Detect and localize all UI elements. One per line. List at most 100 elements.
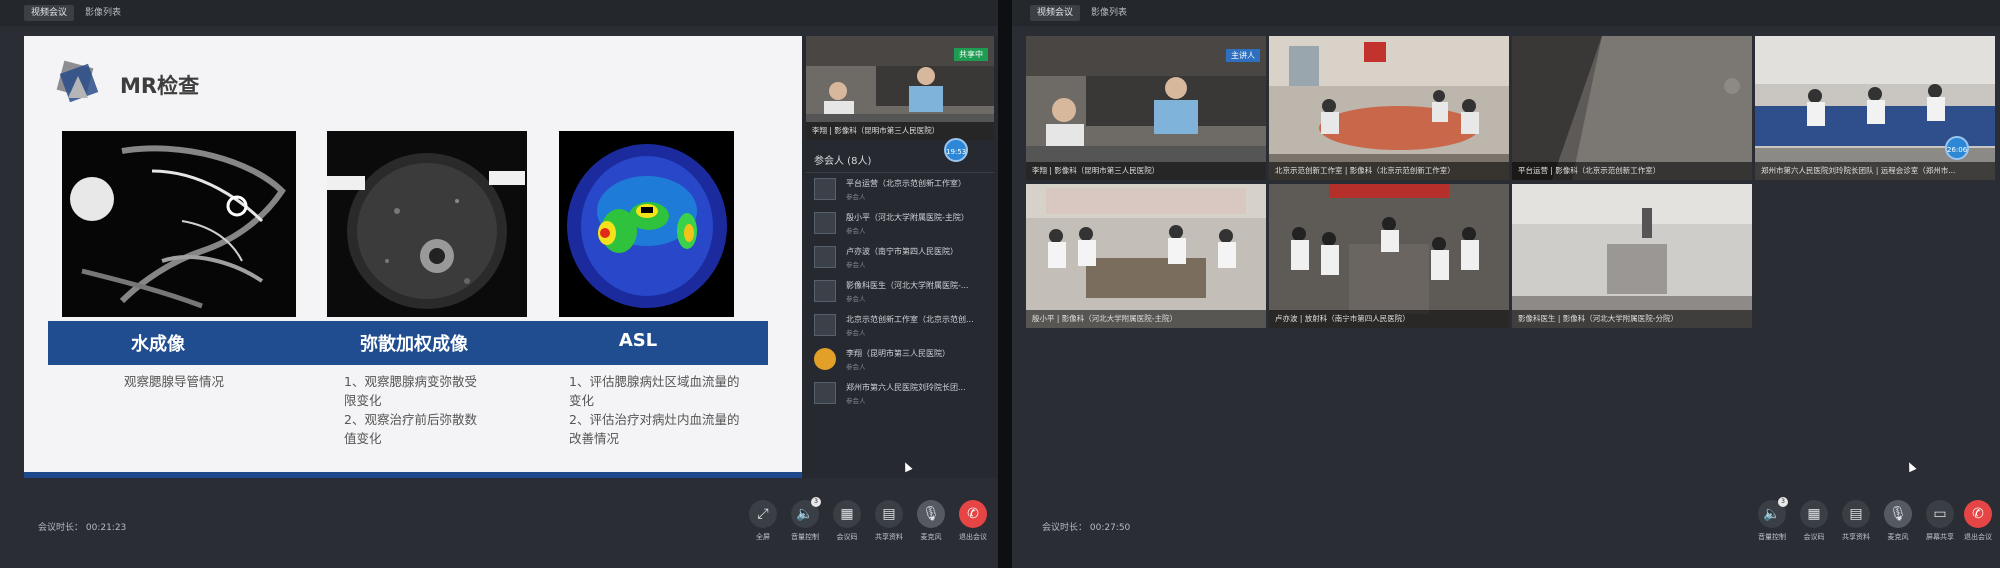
tile-caption: 平台运营 | 影像科（北京示范创新工作室） <box>1512 162 1752 180</box>
video-tile[interactable]: 26:06 郑州市第六人民医院刘玲院长团队 | 远程会诊室（郑州市... <box>1755 36 1995 180</box>
video-tile[interactable]: 主讲人 李翔 | 影像科（昆明市第三人民医院） <box>1026 36 1266 180</box>
right-meeting-window: 视频会议 影像列表 主讲人 李翔 | 影像科（昆明市第三人民医院） 北京示范创新… <box>1012 0 2000 568</box>
video-tile[interactable]: 殷小平 | 影像科（河北大学附属医院-主院） <box>1026 184 1266 328</box>
participant-name: 平台运营（北京示范创新工作室） <box>846 179 966 188</box>
avatar <box>814 178 836 200</box>
participant-name: 影像科医生（河北大学附属医院-... <box>846 281 969 290</box>
band-water-imaging: 水成像 <box>131 334 185 355</box>
shared-slide: MR检查 水成像 弥散加权成像 ASL 观察腮腺导管情况 1、观察腮腺病变弥散受… <box>24 36 802 478</box>
desc-water-imaging: 观察腮腺导管情况 <box>124 372 224 391</box>
tile-caption: 北京示范创新工作室 | 影像科（北京示范创新工作室） <box>1269 162 1509 180</box>
participant-item[interactable]: 平台运营（北京示范创新工作室） 参会人 <box>814 176 994 204</box>
participant-name: 北京示范创新工作室（北京示范创... <box>846 315 974 324</box>
tab-image-list[interactable]: 影像列表 <box>78 5 128 21</box>
desc-line: 2、评估治疗对病灶内血流量的 <box>569 412 740 427</box>
participants-header: 参会人 (8人) <box>814 156 872 167</box>
left-meeting-window: 视频会议 影像列表 MR检查 水成像 弥散加权成像 ASL 观察腮腺导管情况 1… <box>0 0 998 568</box>
share-materials-button[interactable]: ▤ 共享资料 <box>1836 500 1876 550</box>
presenter-badge: 主讲人 <box>1226 49 1260 62</box>
tab-video-meeting[interactable]: 视频会议 <box>1030 5 1081 21</box>
volume-control-button[interactable]: 🔈 3 音量控制 <box>785 497 825 550</box>
tile-caption: 影像科医生 | 影像科（河北大学附属医院-分院） <box>1512 310 1752 328</box>
volume-badge: 3 <box>1778 497 1788 507</box>
fullscreen-icon: ⤢ <box>749 500 777 528</box>
desc-diffusion: 1、观察腮腺病变弥散受 限变化 2、观察治疗前后弥散数 值变化 <box>344 372 477 448</box>
screen-share-icon: ▭ <box>1926 500 1954 528</box>
tab-video-meeting[interactable]: 视频会议 <box>24 5 75 21</box>
desc-asl: 1、评估腮腺病灶区域血流量的 变化 2、评估治疗对病灶内血流量的 改善情况 <box>569 372 739 448</box>
volume-control-button[interactable]: 🔈 3 音量控制 <box>1752 497 1792 550</box>
video-tile[interactable]: 影像科医生 | 影像科（河北大学附属医院-分院） <box>1512 184 1752 328</box>
volume-badge: 3 <box>811 497 821 507</box>
participant-item[interactable]: 殷小平（河北大学附属医院-主院） 参会人 <box>814 210 994 238</box>
desc-line: 观察腮腺导管情况 <box>124 374 225 389</box>
document-icon: ▤ <box>1842 500 1870 528</box>
meeting-code-button[interactable]: ▦ 会议码 <box>1794 500 1834 550</box>
slide-title: MR检查 <box>120 74 200 98</box>
sharing-badge: 共享中 <box>954 48 988 61</box>
qr-code-icon: ▦ <box>1800 500 1828 528</box>
participant-name: 卢亦波（南宁市第四人民医院） <box>846 247 958 256</box>
participant-role: 参会人 <box>846 397 866 405</box>
hospital-logo-icon <box>56 60 99 103</box>
mr-asl <box>559 131 734 317</box>
tab-bar: 视频会议 影像列表 <box>1012 0 2000 26</box>
participant-role: 参会人 <box>846 295 866 303</box>
band-asl: ASL <box>618 330 658 351</box>
qr-code-icon: ▦ <box>833 500 861 528</box>
fullscreen-button[interactable]: ⤢ 全屏 <box>743 500 783 550</box>
participant-role: 参会人 <box>846 261 866 269</box>
tile-caption: 李翔 | 影像科（昆明市第三人民医院） <box>1026 162 1266 180</box>
desc-line: 1、观察腮腺病变弥散受 <box>344 374 477 389</box>
video-tile[interactable]: 卢亦波 | 放射科（南宁市第四人民医院） <box>1269 184 1509 328</box>
screen-share-button[interactable]: ▭ 屏幕共享 <box>1920 500 1960 550</box>
category-band: 水成像 弥散加权成像 ASL <box>48 321 768 365</box>
microphone-button[interactable]: 🎙 麦克风 <box>911 500 951 550</box>
microphone-muted-icon: 🎙 <box>917 500 945 528</box>
divider <box>806 172 994 173</box>
desc-line: 改善情况 <box>569 431 620 446</box>
tile-timer: 26:06 <box>1945 136 1969 160</box>
exit-meeting-button[interactable]: ✆ 退出会议 <box>953 500 993 550</box>
exit-meeting-button[interactable]: ✆ 退出会议 <box>1958 500 1998 550</box>
exit-meeting-label: 退出会议 <box>959 533 987 541</box>
meeting-duration: 会议时长： 00:27:50 <box>1042 523 1131 533</box>
avatar <box>814 314 836 336</box>
mr-water-imaging <box>62 131 296 317</box>
share-materials-button[interactable]: ▤ 共享资料 <box>869 500 909 550</box>
hang-up-icon: ✆ <box>959 500 987 528</box>
tab-image-list[interactable]: 影像列表 <box>1084 5 1134 21</box>
avatar <box>814 348 836 370</box>
participant-name: 殷小平（河北大学附属医院-主院） <box>846 213 969 222</box>
desc-line: 变化 <box>569 393 595 408</box>
participant-role: 参会人 <box>846 193 866 201</box>
video-tile[interactable]: 平台运营 | 影像科（北京示范创新工作室） <box>1512 36 1752 180</box>
mouse-cursor-icon <box>1905 460 1917 473</box>
microphone-button[interactable]: 🎙 麦克风 <box>1878 500 1918 550</box>
avatar <box>814 212 836 234</box>
participant-name: 李翔（昆明市第三人民医院） <box>846 349 950 358</box>
avatar <box>814 280 836 302</box>
desc-line: 限变化 <box>344 393 382 408</box>
hang-up-icon: ✆ <box>1964 500 1992 528</box>
avatar <box>814 246 836 268</box>
speaker-video[interactable]: 共享中 李翔 | 影像科（昆明市第三人民医院） <box>806 36 994 140</box>
desc-line: 2、观察治疗前后弥散数 <box>344 412 477 427</box>
tile-caption: 郑州市第六人民医院刘玲院长团队 | 远程会诊室（郑州市... <box>1755 162 1995 180</box>
slide-bottom-bar <box>24 472 802 478</box>
video-tile[interactable]: 北京示范创新工作室 | 影像科（北京示范创新工作室） <box>1269 36 1509 180</box>
participant-item[interactable]: 郑州市第六人民医院刘玲院长团... 参会人 <box>814 380 994 408</box>
participant-panel: 共享中 李翔 | 影像科（昆明市第三人民医院） 19:53 参会人 (8人) 平… <box>802 36 998 478</box>
desc-line: 1、评估腮腺病灶区域血流量的 <box>569 374 740 389</box>
participant-name: 郑州市第六人民医院刘玲院长团... <box>846 383 966 392</box>
meeting-code-button[interactable]: ▦ 会议码 <box>827 500 867 550</box>
speaker-timer: 19:53 <box>944 138 968 162</box>
participant-item[interactable]: 北京示范创新工作室（北京示范创... 参会人 <box>814 312 994 340</box>
mr-diffusion-weighted <box>327 131 527 317</box>
participant-item[interactable]: 卢亦波（南宁市第四人民医院） 参会人 <box>814 244 994 272</box>
participant-item[interactable]: 李翔（昆明市第三人民医院） 参会人 <box>814 346 994 374</box>
participant-item[interactable]: 影像科医生（河北大学附属医院-... 参会人 <box>814 278 994 306</box>
speaker-caption: 李翔 | 影像科（昆明市第三人民医院） <box>806 122 994 140</box>
microphone-muted-icon: 🎙 <box>1884 500 1912 528</box>
participant-role: 参会人 <box>846 227 866 235</box>
